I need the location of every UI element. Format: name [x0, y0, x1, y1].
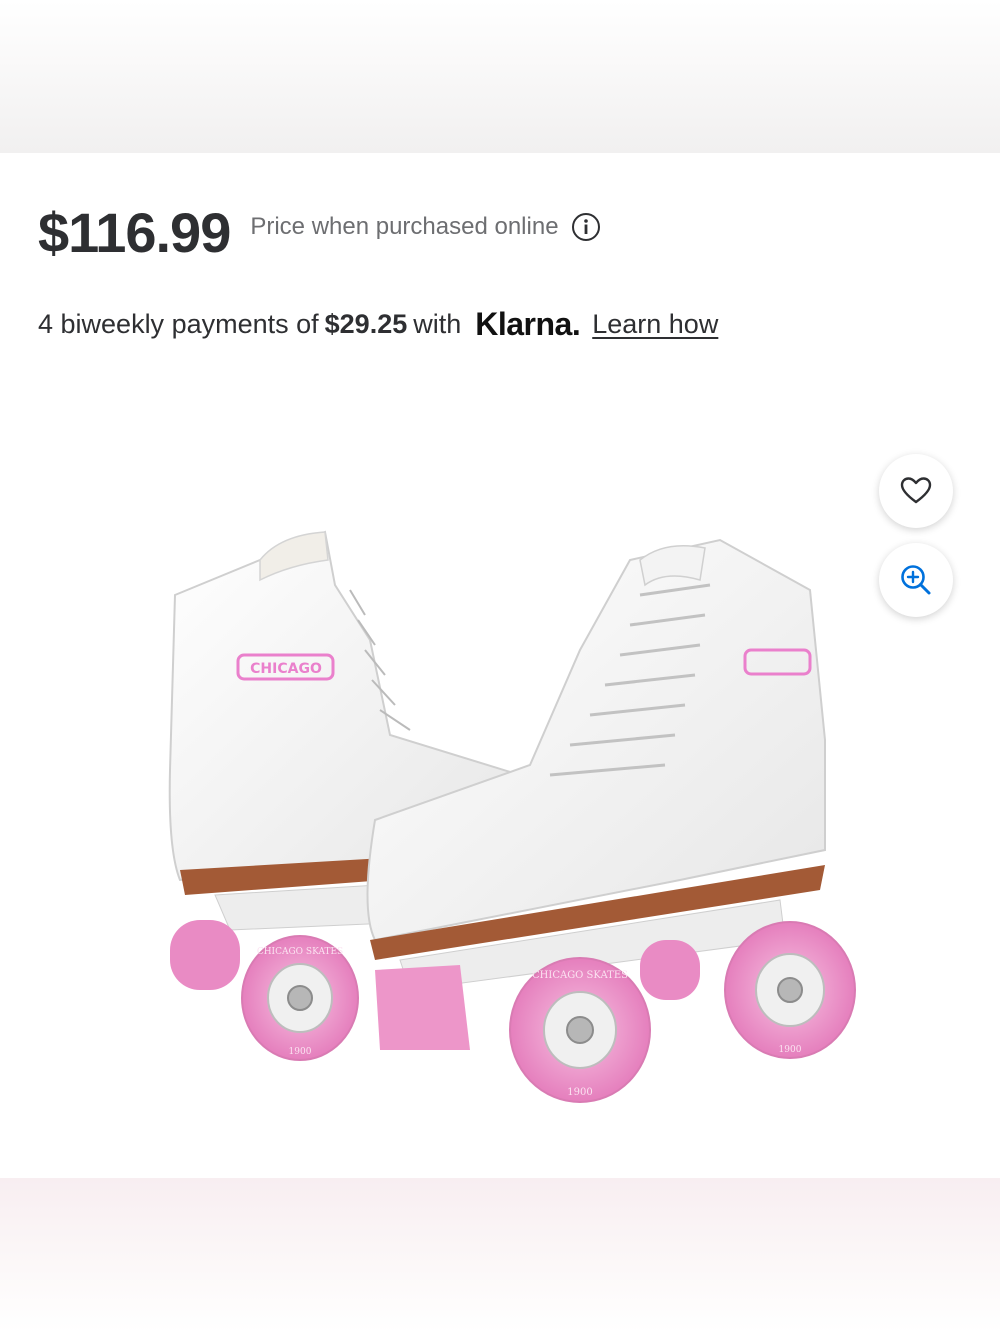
info-icon[interactable]	[571, 212, 601, 242]
price-section: $116.99 Price when purchased online	[38, 200, 601, 265]
svg-text:CHICAGO: CHICAGO	[250, 661, 322, 677]
roller-skates-illustration: CHICAGO CHICAGO SKATES 1900 CHICAGO SKAT…	[168, 530, 856, 1103]
heart-icon	[900, 477, 932, 504]
svg-text:1900: 1900	[289, 1047, 312, 1057]
klarna-logo: Klarna.	[475, 306, 581, 342]
svg-text:1900: 1900	[567, 1087, 592, 1098]
learn-how-link[interactable]: Learn how	[592, 309, 718, 340]
previous-content-blur	[0, 0, 1000, 153]
svg-text:CHICAGO SKATES: CHICAGO SKATES	[532, 970, 628, 981]
zoom-in-icon	[901, 565, 931, 595]
zoom-button[interactable]	[879, 543, 953, 617]
left-skate-wheels: CHICAGO SKATES 1900	[170, 920, 359, 1061]
next-content-blur	[0, 1178, 1000, 1333]
svg-text:1900: 1900	[779, 1045, 802, 1055]
price-note: Price when purchased online	[250, 212, 600, 242]
payments-prefix: 4 biweekly payments of	[38, 309, 319, 339]
product-image[interactable]: CHICAGO CHICAGO SKATES 1900 CHICAGO SKAT…	[160, 520, 860, 1120]
favorite-button[interactable]	[879, 454, 953, 528]
payment-amount: $29.25	[324, 309, 408, 339]
svg-text:CHICAGO SKATES: CHICAGO SKATES	[257, 947, 343, 957]
klarna-payments: 4 biweekly payments of $29.25 with Klarn…	[38, 306, 718, 343]
toe-stop	[375, 965, 470, 1050]
product-price: $116.99	[38, 201, 231, 264]
price-note-text: Price when purchased online	[250, 212, 559, 240]
payments-with: with	[413, 309, 462, 339]
